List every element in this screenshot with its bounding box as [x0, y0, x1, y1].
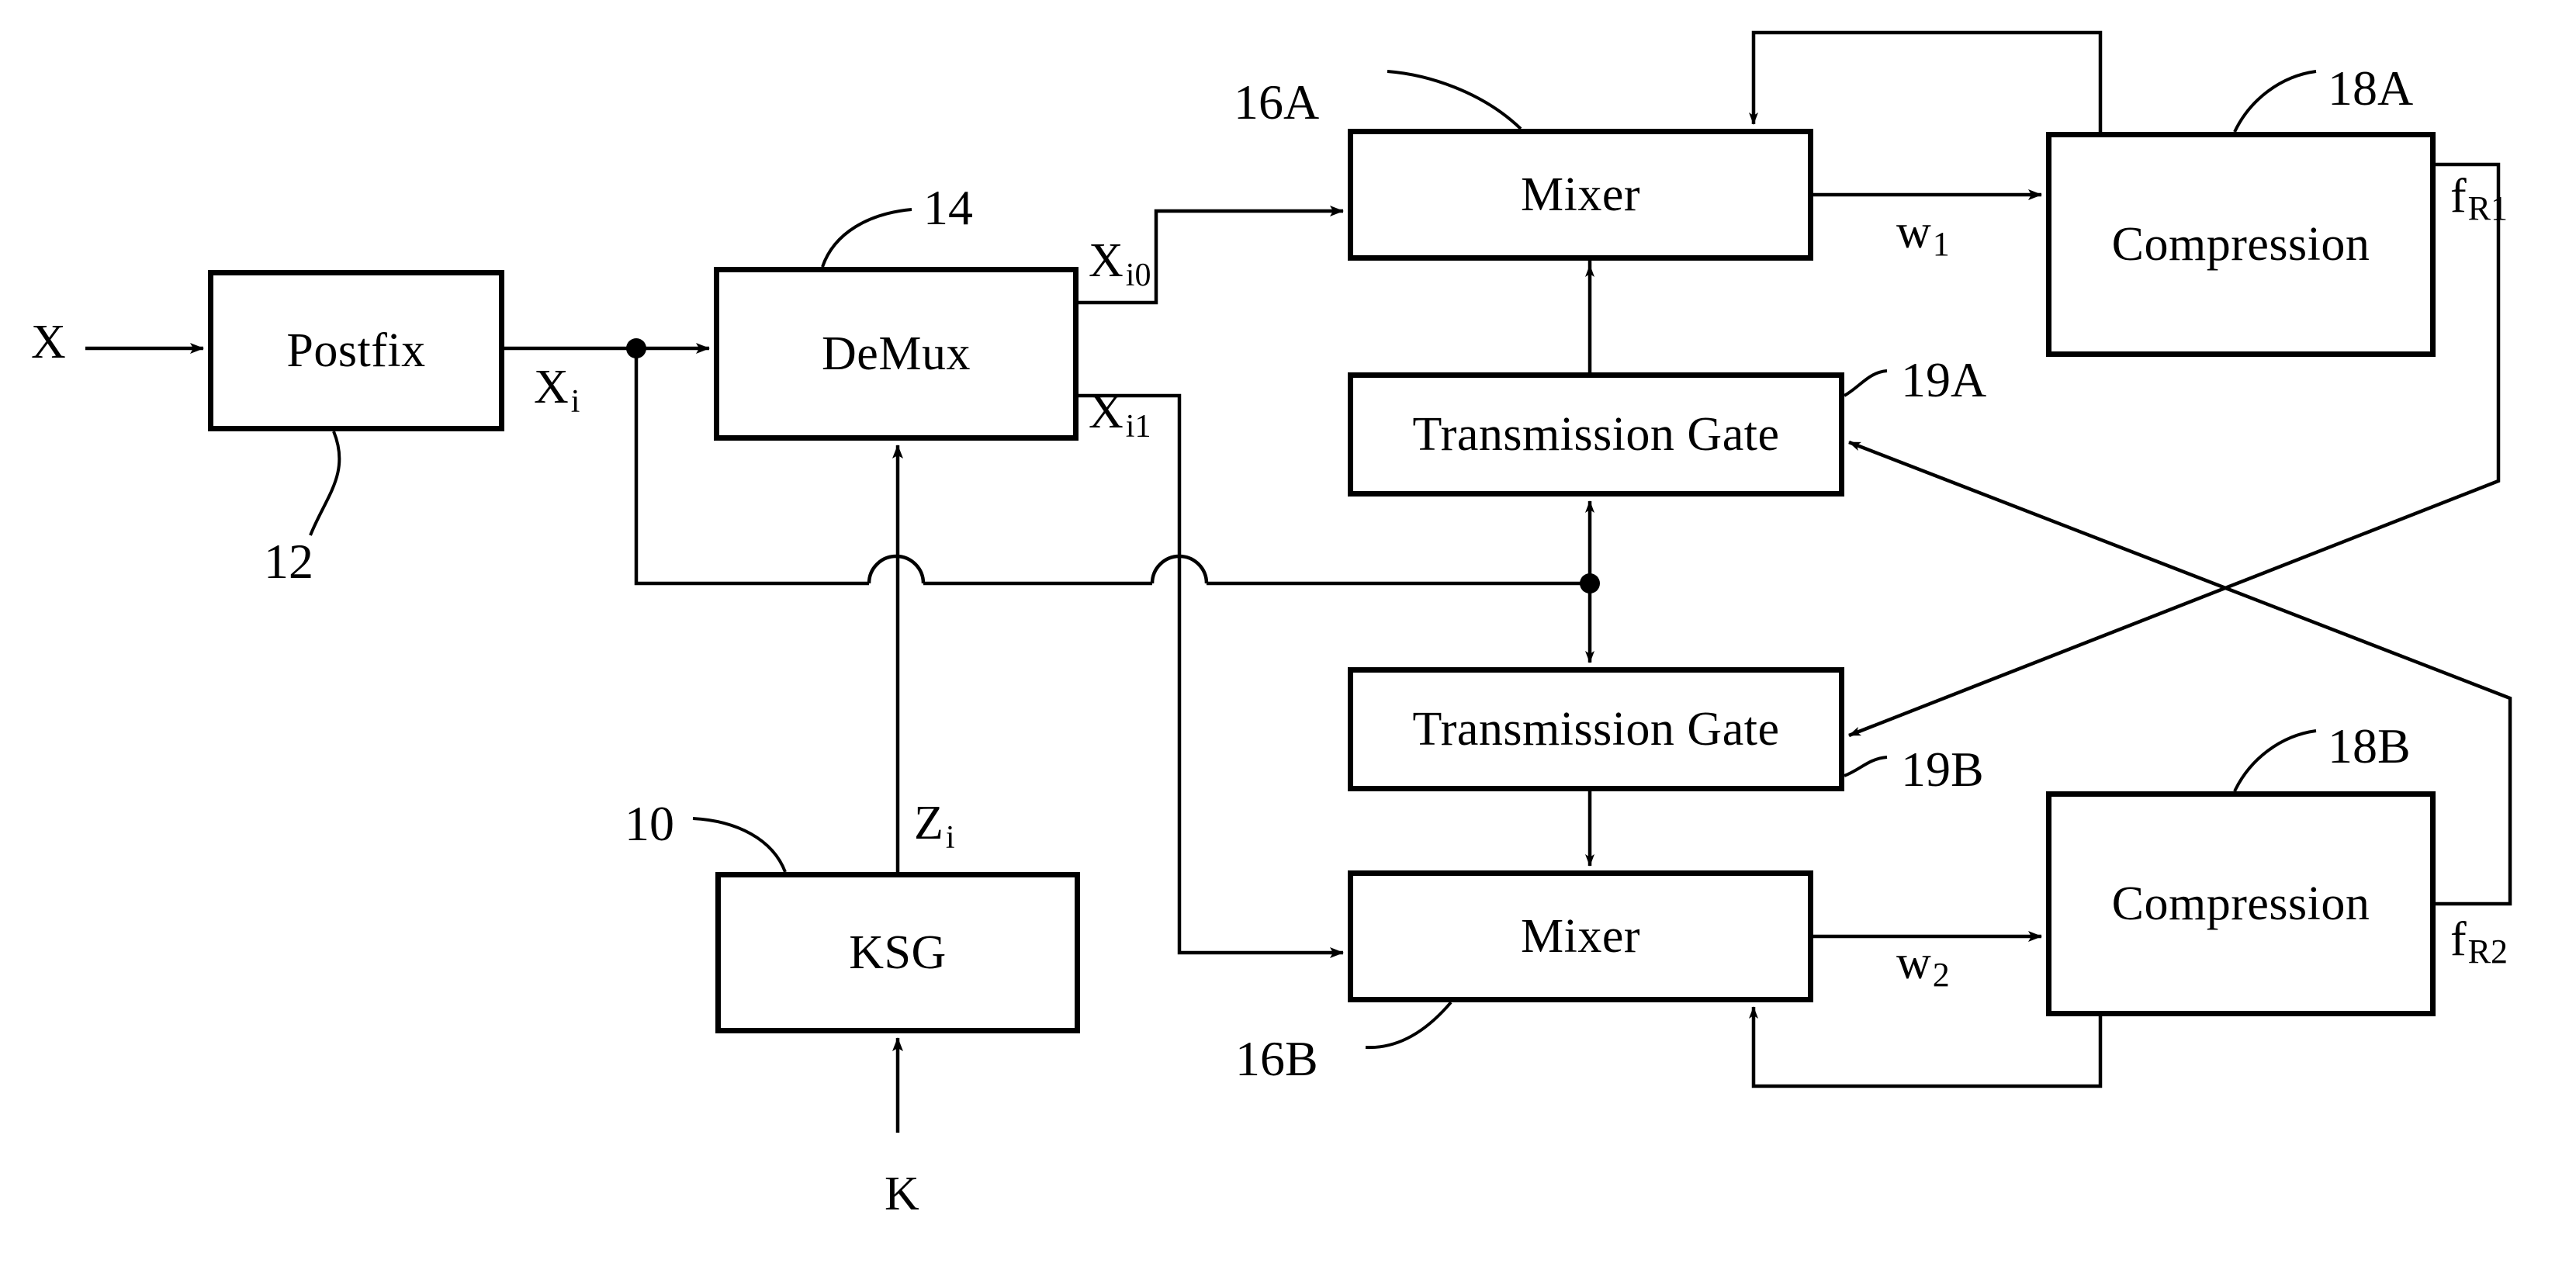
- block-label-compression-b: Compression: [2111, 877, 2370, 930]
- signal-base-fr1: f: [2450, 170, 2467, 223]
- block-compression-a[interactable]: Compression: [2046, 132, 2436, 357]
- reference-numeral-19b: 19B: [1901, 742, 1984, 797]
- leader-16A: [1387, 70, 1522, 130]
- signal-label-k: K: [885, 1170, 919, 1218]
- signal-label-w1: w1: [1896, 206, 1950, 261]
- block-postfix[interactable]: Postfix: [208, 270, 504, 431]
- block-ksg[interactable]: KSG: [715, 872, 1080, 1033]
- signal-sub-xi1: i1: [1125, 409, 1151, 445]
- signal-label-fr2: fR2: [2450, 913, 2508, 969]
- reference-numeral-18a: 18A: [2328, 61, 2414, 116]
- signal-sub-fr2: R2: [2467, 933, 2508, 971]
- signal-label-x: X: [31, 318, 66, 366]
- signal-sub-w2: 2: [1932, 956, 1950, 994]
- signal-sub-zi: i: [945, 820, 955, 856]
- block-mixer-b[interactable]: Mixer: [1348, 870, 1813, 1002]
- leader-18A: [2233, 70, 2317, 133]
- block-mixer-a[interactable]: Mixer: [1348, 129, 1813, 261]
- leader-19A: [1843, 369, 1888, 397]
- leader-16B: [1365, 1001, 1452, 1050]
- signal-sub-xi: i: [570, 384, 580, 420]
- signal-label-xi1: Xi1: [1089, 386, 1151, 443]
- wire-comprA-feedback: [1749, 30, 2103, 132]
- block-label-mixer-b: Mixer: [1520, 909, 1641, 963]
- signal-label-fr1: fR1: [2450, 170, 2508, 226]
- signal-base-fr2: f: [2450, 913, 2467, 966]
- block-compression-b[interactable]: Compression: [2046, 791, 2436, 1016]
- signal-label-w2: w2: [1896, 936, 1950, 992]
- figure-canvas: Postfix DeMux KSG Mixer Mixer Transmissi…: [0, 0, 2576, 1263]
- signal-base-w2: w: [1896, 936, 1931, 989]
- reference-numeral-16b: 16B: [1235, 1031, 1318, 1086]
- signal-base-xi0: X: [1089, 234, 1124, 287]
- signal-base-x: X: [31, 316, 66, 369]
- block-transmission-gate-a[interactable]: Transmission Gate: [1348, 372, 1844, 497]
- signal-base-w1: w: [1896, 206, 1931, 258]
- leader-19B: [1844, 756, 1888, 777]
- block-label-postfix: Postfix: [286, 324, 426, 377]
- signal-base-zi: Z: [914, 797, 943, 849]
- block-label-transmission-gate-a: Transmission Gate: [1412, 407, 1780, 461]
- signal-sub-w1: 1: [1932, 225, 1950, 263]
- reference-numeral-19a: 19A: [1901, 352, 1987, 407]
- block-label-ksg: KSG: [849, 926, 947, 979]
- block-label-compression-a: Compression: [2111, 217, 2370, 271]
- signal-base-k: K: [885, 1168, 919, 1220]
- wire-comprB-feedback: [1749, 1006, 2103, 1088]
- leader-10: [692, 817, 787, 873]
- reference-numeral-10: 10: [625, 796, 674, 851]
- leader-14: [821, 208, 912, 268]
- signal-sub-xi0: i0: [1125, 258, 1151, 293]
- wire-xi1-to-mixerB: [1079, 393, 1344, 958]
- block-transmission-gate-b[interactable]: Transmission Gate: [1348, 667, 1844, 791]
- junction-dot-gate-control: [1580, 573, 1600, 593]
- signal-base-xi1: X: [1089, 386, 1124, 438]
- block-label-transmission-gate-b: Transmission Gate: [1412, 702, 1780, 756]
- block-label-demux: DeMux: [822, 327, 971, 380]
- signal-base-xi: X: [534, 361, 569, 414]
- signal-label-xi0: Xi0: [1089, 234, 1151, 292]
- junction-dot-xi-split: [626, 338, 646, 358]
- block-label-mixer-a: Mixer: [1520, 168, 1641, 221]
- reference-numeral-12: 12: [264, 534, 313, 589]
- reference-numeral-18b: 18B: [2328, 718, 2411, 773]
- reference-numeral-14: 14: [923, 180, 973, 235]
- signal-label-xi: Xi: [534, 361, 580, 418]
- reference-numeral-16a: 16A: [1234, 74, 1320, 130]
- leader-18B: [2233, 729, 2317, 792]
- signal-label-zi: Zi: [914, 797, 955, 854]
- block-demux[interactable]: DeMux: [714, 267, 1079, 441]
- signal-sub-fr1: R1: [2467, 189, 2508, 227]
- leader-12: [309, 431, 341, 536]
